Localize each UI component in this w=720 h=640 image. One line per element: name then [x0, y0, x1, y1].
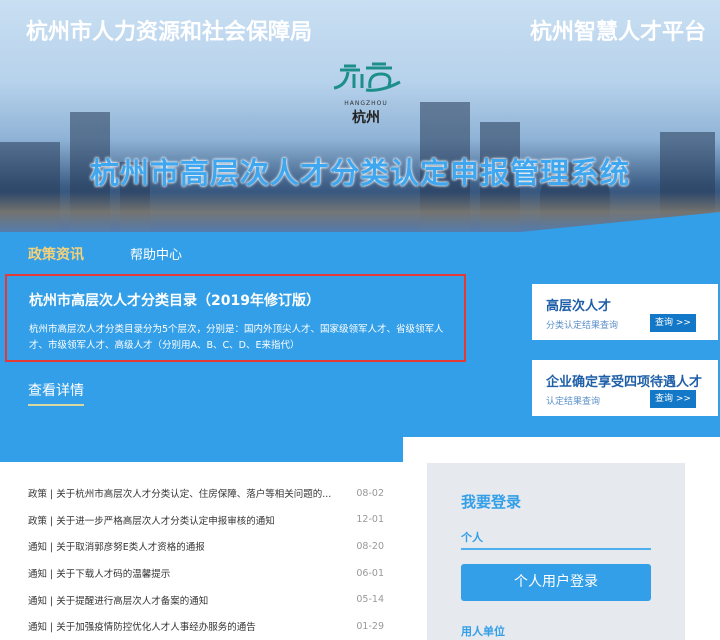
tab-underline — [461, 548, 651, 550]
login-title: 我要登录 — [461, 493, 522, 511]
bureau-title: 杭州市人力资源和社会保障局 — [26, 20, 313, 45]
enterprise-query-card: 企业确定享受四项待遇人才 认定结果查询 查询 >> — [532, 360, 718, 416]
view-details-link[interactable]: 查看详情 — [28, 380, 84, 406]
hangzhou-logo: HANGZHOU 杭州 — [326, 58, 406, 126]
list-item[interactable]: 通知 | 关于下载人才码的温馨提示 06-01 — [28, 560, 384, 587]
tab-policy[interactable]: 政策资讯 — [28, 244, 84, 264]
tab-employer[interactable]: 用人单位 — [461, 623, 505, 639]
system-title: 杭州市高层次人才分类认定申报管理系统 — [89, 156, 630, 190]
featured-article[interactable]: 杭州市高层次人才分类目录（2019年修订版） 杭州市高层次人才分类目录分为5个层… — [5, 274, 466, 362]
list-item[interactable]: 通知 | 关于提醒进行高层次人才备案的通知 05-14 — [28, 586, 384, 613]
list-item[interactable]: 政策 | 关于杭州市高层次人才分类认定、住房保障、落户等相关问题的... 08-0… — [28, 480, 384, 507]
decor-slant — [520, 212, 720, 232]
card-subtitle: 分类认定结果查询 — [546, 321, 619, 331]
talent-query-card: 高层次人才 分类认定结果查询 查询 >> — [532, 284, 718, 340]
tab-help[interactable]: 帮助中心 — [130, 244, 182, 263]
hero-banner: 杭州市人力资源和社会保障局 杭州智慧人才平台 HANGZHOU 杭州 杭州市高层… — [0, 0, 720, 232]
list-item[interactable]: 政策 | 关于进一步严格高层次人才分类认定申报审核的通知 12-01 — [28, 507, 384, 534]
card-subtitle: 认定结果查询 — [546, 397, 601, 407]
query-button[interactable]: 查询 >> — [650, 314, 696, 332]
platform-title: 杭州智慧人才平台 — [529, 20, 706, 45]
login-panel: 我要登录 个人 个人用户登录 用人单位 — [427, 463, 685, 640]
card-title: 高层次人才 — [546, 299, 612, 314]
news-list: 政策 | 关于杭州市高层次人才分类认定、住房保障、落户等相关问题的... 08-0… — [28, 480, 384, 640]
feature-desc: 杭州市高层次人才分类目录分为5个层次，分别是：国内外顶尖人才、国家级领军人才、省… — [29, 324, 444, 351]
feature-title[interactable]: 杭州市高层次人才分类目录（2019年修订版） — [29, 290, 320, 310]
list-item[interactable]: 通知 | 关于取消郭彦努E类人才资格的通报 08-20 — [28, 533, 384, 560]
card-title: 企业确定享受四项待遇人才 — [546, 375, 703, 390]
list-item[interactable]: 通知 | 关于加强疫情防控优化人才人事经办服务的通告 01-29 — [28, 613, 384, 640]
tab-personal[interactable]: 个人 — [461, 529, 483, 545]
query-button[interactable]: 查询 >> — [650, 390, 696, 408]
personal-login-button[interactable]: 个人用户登录 — [461, 564, 651, 601]
